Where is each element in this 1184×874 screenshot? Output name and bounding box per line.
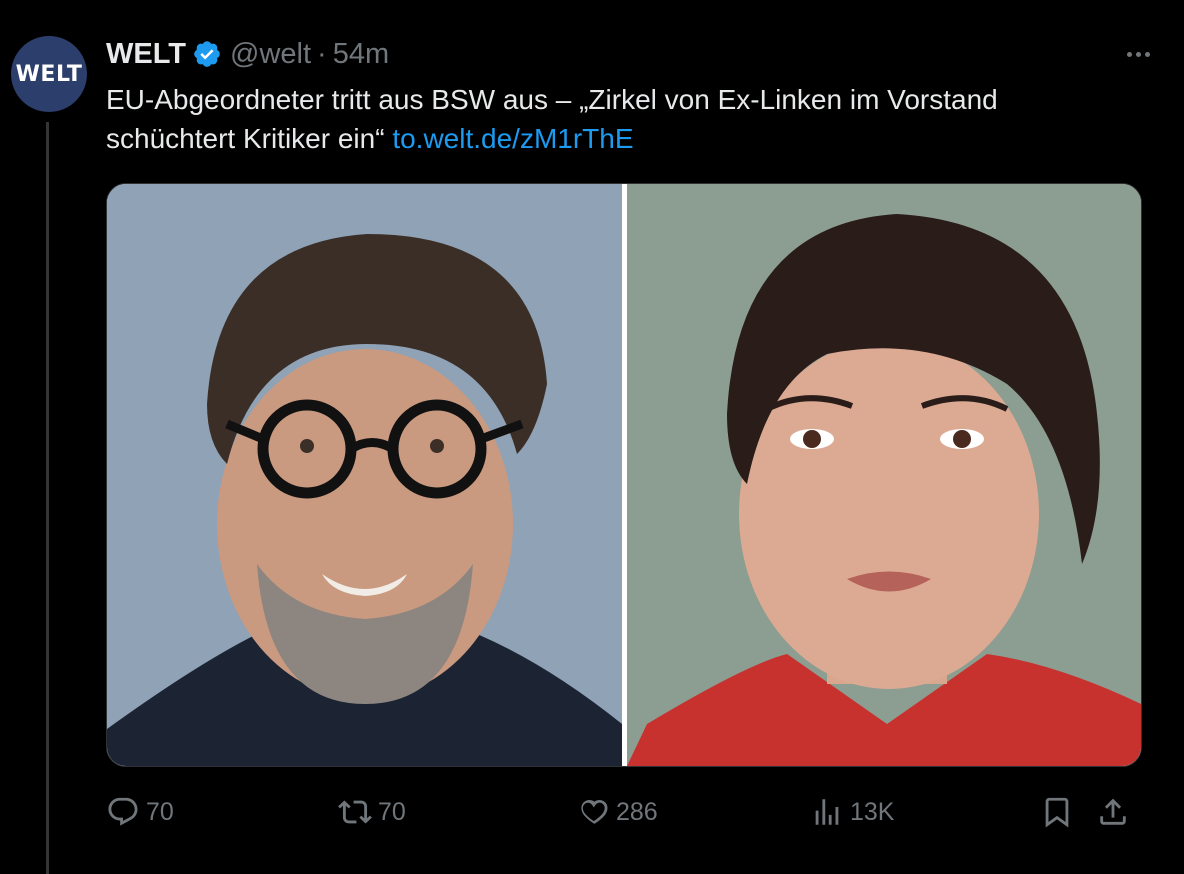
more-options-icon[interactable]	[1118, 34, 1158, 74]
tweet-text: EU-Abgeordneter tritt aus BSW aus – „Zir…	[106, 80, 1116, 158]
thread-line	[46, 122, 49, 874]
tweet-media[interactable]	[106, 183, 1142, 767]
views-icon	[815, 799, 839, 825]
tweet-link[interactable]: to.welt.de/zM1rThE	[392, 123, 633, 154]
share-icon	[1100, 798, 1126, 825]
repost-icon	[338, 800, 372, 824]
reply-count: 70	[146, 797, 174, 826]
repost-button[interactable]: 70	[338, 790, 406, 834]
reply-icon	[108, 797, 138, 826]
tweet-actions: 70 70 286 13K	[106, 790, 1146, 834]
like-icon	[581, 799, 608, 824]
reply-button[interactable]: 70	[106, 790, 174, 834]
author-handle[interactable]: @welt	[230, 38, 311, 71]
verified-badge-icon	[194, 41, 220, 67]
portrait-man-photo[interactable]	[107, 184, 622, 766]
repost-count: 70	[378, 797, 406, 826]
tweet-header: WELT @welt · 54m	[106, 36, 389, 72]
avatar-logo-text: WELT	[15, 61, 83, 87]
like-count: 286	[616, 797, 658, 826]
views-button[interactable]: 13K	[810, 790, 894, 834]
avatar[interactable]: WELT	[11, 36, 87, 112]
portrait-woman-photo[interactable]	[627, 184, 1141, 766]
views-count: 13K	[850, 797, 895, 826]
share-button[interactable]	[1096, 790, 1136, 834]
author-name[interactable]: WELT	[106, 38, 186, 71]
bookmark-button[interactable]	[1040, 790, 1080, 834]
like-button[interactable]: 286	[576, 790, 658, 834]
bookmark-icon	[1045, 797, 1069, 828]
header-separator: ·	[317, 37, 327, 70]
tweet-timestamp[interactable]: 54m	[333, 38, 389, 71]
